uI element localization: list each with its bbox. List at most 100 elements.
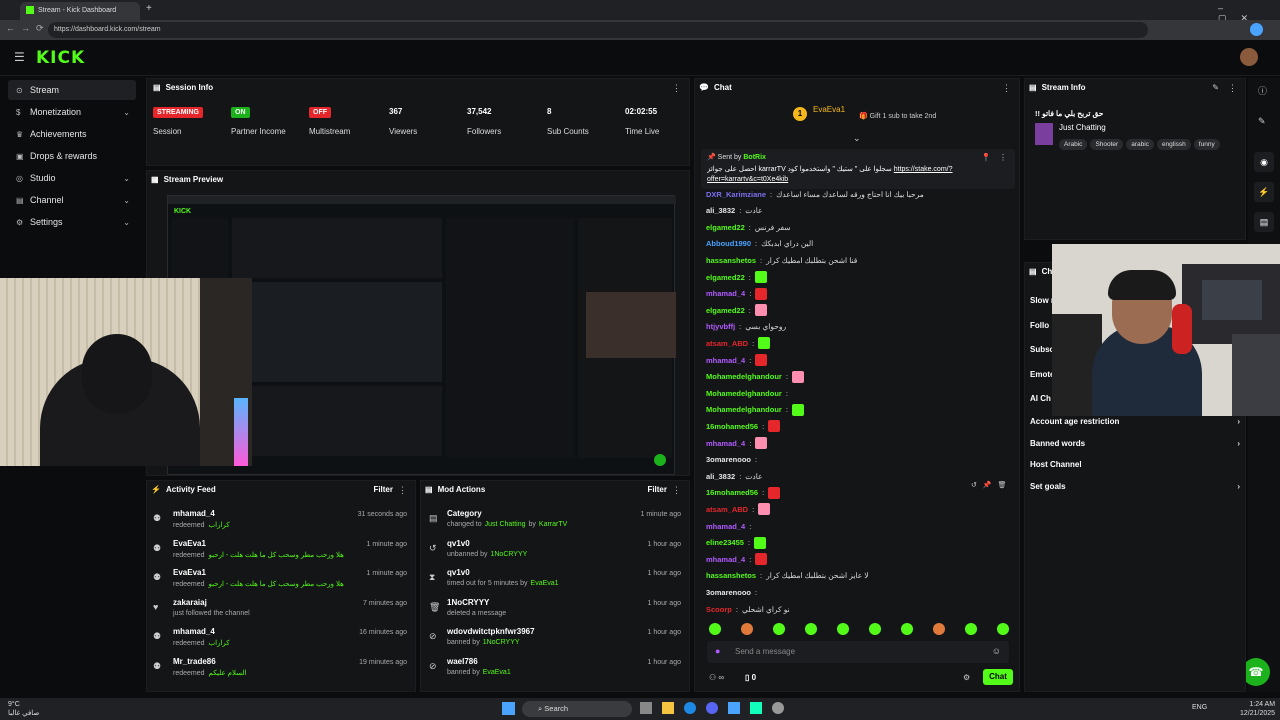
pinned-gifter-name[interactable]: EvaEva1 xyxy=(813,105,845,114)
chat-username[interactable]: Mohamedelghandour xyxy=(706,405,782,414)
edit-icon[interactable]: ✎ xyxy=(1212,83,1219,92)
chat-message[interactable]: Scoorp: نو كراي اشحلي xyxy=(706,601,790,617)
windows-start-icon[interactable] xyxy=(502,702,515,715)
mod-actor[interactable]: 1NoCRYYY xyxy=(483,639,520,646)
chat-username[interactable]: mhamad_4 xyxy=(706,439,745,448)
chat-collapse-icon[interactable]: ⌄ xyxy=(853,133,861,144)
taskbar-search[interactable]: ⌕ Search xyxy=(522,701,632,717)
reply-icon[interactable]: ↺ xyxy=(971,481,977,493)
support-chat-button[interactable]: ☎ xyxy=(1242,658,1270,686)
activity-user[interactable]: zakaraiaj xyxy=(173,598,383,607)
emote-icon[interactable] xyxy=(741,623,753,635)
chat-username[interactable]: 16mohamed56 xyxy=(706,488,758,497)
mod-target[interactable]: qv1v0 xyxy=(447,539,647,548)
delete-icon[interactable]: 🗑 xyxy=(998,481,1007,493)
chat-username[interactable]: htjyvbffj xyxy=(706,322,735,331)
emote-icon[interactable] xyxy=(933,623,945,635)
chat-setting-partial[interactable]: Follo xyxy=(1030,321,1049,330)
chat-message[interactable]: hassanshetos: قنا اشحن بتطلبك امطيك كرار xyxy=(706,252,857,268)
pinned-message[interactable]: 📌 Sent by BotRix احصل على جوائز karrarTV… xyxy=(701,149,1015,189)
chat-username[interactable]: 3omarenooo xyxy=(706,588,751,597)
quick-action-icon-3[interactable]: ▤ xyxy=(1254,212,1274,232)
discord-icon[interactable] xyxy=(706,702,718,714)
emote-icon[interactable] xyxy=(869,623,881,635)
chat-message[interactable]: 3omarenooo: xyxy=(706,584,757,600)
activity-more-icon[interactable]: ⋮ xyxy=(398,485,407,496)
chat-message[interactable]: Mohamedelghandour: xyxy=(706,369,804,385)
sidebar-item-achievements[interactable]: ♛ Achievements xyxy=(8,124,136,144)
quick-action-icon-2[interactable]: ⚡ xyxy=(1254,182,1274,202)
mic-icon[interactable]: ● xyxy=(715,646,720,656)
chat-username[interactable]: Scoorp xyxy=(706,605,732,614)
emote-icon[interactable] xyxy=(773,623,785,635)
mod-action-item[interactable]: 🗑 1NoCRYYY deleted a message 1 hour ago xyxy=(427,598,687,626)
chat-message[interactable]: DXR_Karimziane: مرحبا بيك انا احتاج ورقه … xyxy=(706,186,924,202)
chat-users-icon[interactable]: ⚇ ∞ xyxy=(709,673,724,682)
chat-message[interactable]: ali_3832: عادت xyxy=(706,468,762,484)
mod-actor[interactable]: KarrarTV xyxy=(539,521,567,528)
mod-action-item[interactable]: ▤ Category changed to Just Chatting by Karrar… xyxy=(427,509,687,537)
session-more-icon[interactable]: ⋮ xyxy=(672,83,681,94)
pinned-more-icon[interactable]: ⋮ xyxy=(999,153,1007,162)
sidebar-item-studio[interactable]: ◎ Studio ⌄ xyxy=(8,168,136,188)
task-view-icon[interactable] xyxy=(640,702,652,714)
stream-tag[interactable]: Arabic xyxy=(1059,139,1088,150)
chevron-down-icon[interactable]: ⌄ xyxy=(123,196,130,205)
mod-target[interactable]: wael786 xyxy=(447,657,647,666)
chat-setting-partial[interactable]: Subsc xyxy=(1030,345,1054,354)
weather-widget[interactable]: 9°C صافي غالبا xyxy=(8,700,39,718)
mod-action-item[interactable]: ⊘ wdovdwitctpknfwr3967 banned by 1NoCRYYY 1 … xyxy=(427,627,687,655)
chat-username[interactable]: Mohamedelghandour xyxy=(706,372,782,381)
chat-username[interactable]: atsam_ABD xyxy=(706,339,748,348)
chat-message[interactable]: Mohamedelghandour: xyxy=(706,385,788,401)
taskbar-apps[interactable] xyxy=(640,702,784,714)
stream-tag[interactable]: Shooter xyxy=(1090,139,1124,150)
message-actions[interactable]: ↺ 📌 🗑 xyxy=(971,481,1015,493)
file-explorer-icon[interactable] xyxy=(662,702,674,714)
address-bar[interactable]: https://dashboard.kick.com/stream xyxy=(48,22,1148,38)
emote-icon[interactable] xyxy=(805,623,817,635)
clock[interactable]: 1:24 AM 12/21/2025 xyxy=(1240,700,1275,718)
kick-logo[interactable]: KICK xyxy=(36,48,85,68)
stream-tag[interactable]: englissh xyxy=(1156,139,1191,150)
chevron-down-icon[interactable]: ⌄ xyxy=(123,218,130,227)
chat-settings-icon[interactable]: ⚙ xyxy=(963,673,970,682)
emote-icon[interactable] xyxy=(965,623,977,635)
sidebar-item-settings[interactable]: ⚙ Settings ⌄ xyxy=(8,212,136,232)
sidebar-item-stream[interactable]: ⊙ Stream xyxy=(8,80,136,100)
category-name[interactable]: Just Chatting xyxy=(1059,123,1106,132)
gift-sub-text[interactable]: 🎁 Gift 1 sub to take 2nd xyxy=(859,112,936,120)
emote-icon[interactable] xyxy=(901,623,913,635)
activity-user[interactable]: mhamad_4 xyxy=(173,627,383,636)
chat-setting-set-goals[interactable]: Set goals › xyxy=(1030,482,1240,491)
chat-username[interactable]: mhamad_4 xyxy=(706,356,745,365)
activity-user[interactable]: Mr_trade86 xyxy=(173,657,383,666)
mod-actor[interactable]: EvaEva1 xyxy=(531,580,559,587)
chat-setting-partial[interactable]: Slow r xyxy=(1030,296,1054,305)
emote-bar[interactable] xyxy=(709,623,1009,637)
app-icon[interactable] xyxy=(728,702,740,714)
chat-username[interactable]: eline23455 xyxy=(706,538,744,547)
chat-message[interactable]: atsam_ABD: xyxy=(706,501,771,517)
language-indicator[interactable]: ENG xyxy=(1192,704,1207,711)
browser-tab[interactable]: Stream - Kick Dashboard xyxy=(20,2,140,20)
nav-arrows-icon[interactable]: ←→⟳ xyxy=(6,23,50,34)
chat-setting-account-age-restriction[interactable]: Account age restriction › xyxy=(1030,417,1240,426)
chat-message[interactable]: 16mohamed56: xyxy=(706,418,781,434)
activity-filter-button[interactable]: Filter xyxy=(373,485,393,494)
chevron-right-icon[interactable]: › xyxy=(1237,417,1240,426)
chat-username[interactable]: mhamad_4 xyxy=(706,522,745,531)
chat-message[interactable]: mhamad_4: xyxy=(706,518,751,534)
emote-icon[interactable] xyxy=(997,623,1009,635)
chat-username[interactable]: elgamed22 xyxy=(706,223,745,232)
mod-actor[interactable]: 1NoCRYYY xyxy=(490,551,527,558)
activity-item[interactable]: ⚉ mhamad_4 redeemed كراراب 31 seconds ago xyxy=(153,509,413,537)
chat-message[interactable]: 3omarenooo: xyxy=(706,452,757,468)
quick-action-icon-1[interactable]: ◉ xyxy=(1254,152,1274,172)
chat-message[interactable]: mhamad_4: xyxy=(706,352,768,368)
activity-user[interactable]: mhamad_4 xyxy=(173,509,383,518)
chat-username[interactable]: mhamad_4 xyxy=(706,289,745,298)
chat-message[interactable]: elgamed22: xyxy=(706,302,767,318)
user-avatar[interactable] xyxy=(1240,48,1258,66)
chat-setting-partial[interactable]: AI Ch xyxy=(1030,394,1051,403)
